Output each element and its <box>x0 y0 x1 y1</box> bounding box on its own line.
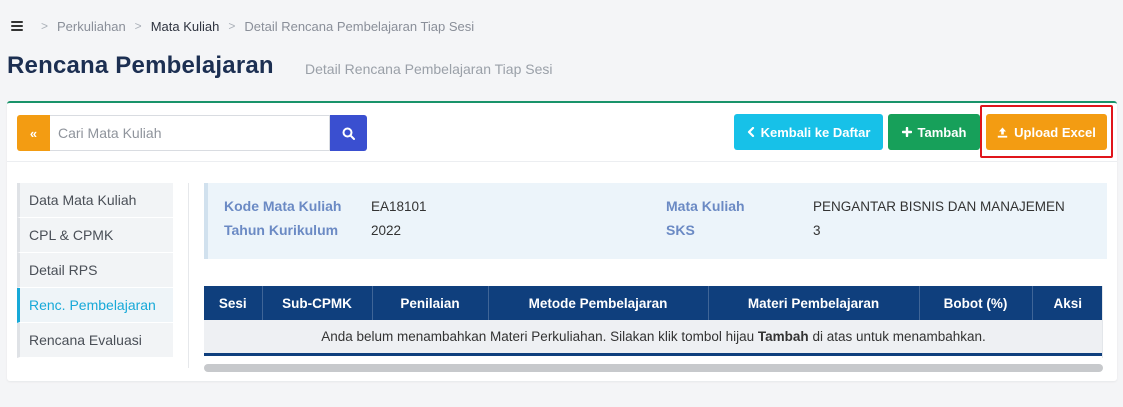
table-row: Anda belum menambahkan Materi Perkuliaha… <box>204 320 1102 356</box>
menu-icon[interactable] <box>11 21 23 31</box>
breadcrumb: > Perkuliahan > Mata Kuliah > Detail Ren… <box>11 17 474 35</box>
search-input[interactable] <box>50 115 330 151</box>
page-title: Rencana Pembelajaran <box>7 52 274 79</box>
empty-text-before: Anda belum menambahkan Materi Perkuliaha… <box>321 328 758 344</box>
column-header-sub-cpmk: Sub-CPMK <box>262 286 373 320</box>
main-card: « Kembali ke Daftar Tambah <box>7 101 1117 381</box>
breadcrumb-item-mata-kuliah[interactable]: Mata Kuliah <box>151 19 220 34</box>
search-button[interactable] <box>330 115 367 151</box>
column-header-penilaian: Penilaian <box>372 286 489 320</box>
breadcrumb-separator: > <box>134 19 142 33</box>
breadcrumb-item-perkuliahan[interactable]: Perkuliahan <box>57 19 126 34</box>
vertical-divider <box>188 183 189 368</box>
sidebar-item-cpl-cpmk[interactable]: CPL & CPMK <box>17 218 173 253</box>
column-header-materi: Materi Pembelajaran <box>708 286 920 320</box>
sessions-table: Sesi Sub-CPMK Penilaian Metode Pembelaja… <box>204 286 1102 356</box>
plus-icon <box>901 127 912 137</box>
kode-value: EA18101 <box>371 199 427 214</box>
add-button[interactable]: Tambah <box>888 114 980 150</box>
sidebar-item-detail-rps[interactable]: Detail RPS <box>17 253 173 288</box>
course-info-panel: Kode Mata Kuliah EA18101 Tahun Kurikulum… <box>204 183 1107 259</box>
tahun-label: Tahun Kurikulum <box>224 222 339 238</box>
detail-sidebar: Data Mata Kuliah CPL & CPMK Detail RPS R… <box>17 183 173 358</box>
empty-text-after: di atas untuk menambahkan. <box>808 328 986 344</box>
column-header-metode: Metode Pembelajaran <box>488 286 709 320</box>
horizontal-scrollbar[interactable] <box>204 364 1103 372</box>
mata-kuliah-label: Mata Kuliah <box>666 198 745 214</box>
highlight-annotation <box>980 105 1113 158</box>
back-to-list-button[interactable]: Kembali ke Daftar <box>734 114 883 150</box>
empty-state-message: Anda belum menambahkan Materi Perkuliaha… <box>204 320 1102 356</box>
sks-value: 3 <box>813 223 821 238</box>
page-subtitle: Detail Rencana Pembelajaran Tiap Sesi <box>305 61 553 77</box>
breadcrumb-separator: > <box>228 19 236 33</box>
column-header-aksi: Aksi <box>1032 286 1102 320</box>
table-header-row: Sesi Sub-CPMK Penilaian Metode Pembelaja… <box>204 286 1102 320</box>
sidebar-item-data-mata-kuliah[interactable]: Data Mata Kuliah <box>17 183 173 218</box>
collapse-button[interactable]: « <box>17 115 50 151</box>
sessions-table-container: Sesi Sub-CPMK Penilaian Metode Pembelaja… <box>204 286 1103 358</box>
column-header-bobot: Bobot (%) <box>919 286 1033 320</box>
sidebar-item-rencana-evaluasi[interactable]: Rencana Evaluasi <box>17 323 173 358</box>
add-button-label: Tambah <box>917 124 967 140</box>
tahun-value: 2022 <box>371 223 402 238</box>
sks-label: SKS <box>666 222 695 238</box>
column-header-sesi: Sesi <box>204 286 263 320</box>
card-toolbar: « Kembali ke Daftar Tambah <box>7 103 1117 162</box>
search-icon <box>342 127 355 140</box>
sidebar-item-renc-pembelajaran[interactable]: Renc. Pembelajaran <box>17 288 173 323</box>
breadcrumb-item-current: Detail Rencana Pembelajaran Tiap Sesi <box>244 18 475 34</box>
back-button-label: Kembali ke Daftar <box>760 124 871 140</box>
kode-label: Kode Mata Kuliah <box>224 198 342 214</box>
mata-kuliah-value: PENGANTAR BISNIS DAN MANAJEMEN <box>813 199 1065 214</box>
breadcrumb-separator: > <box>41 19 49 33</box>
empty-text-bold: Tambah <box>757 328 809 344</box>
chevron-left-icon <box>747 127 754 137</box>
